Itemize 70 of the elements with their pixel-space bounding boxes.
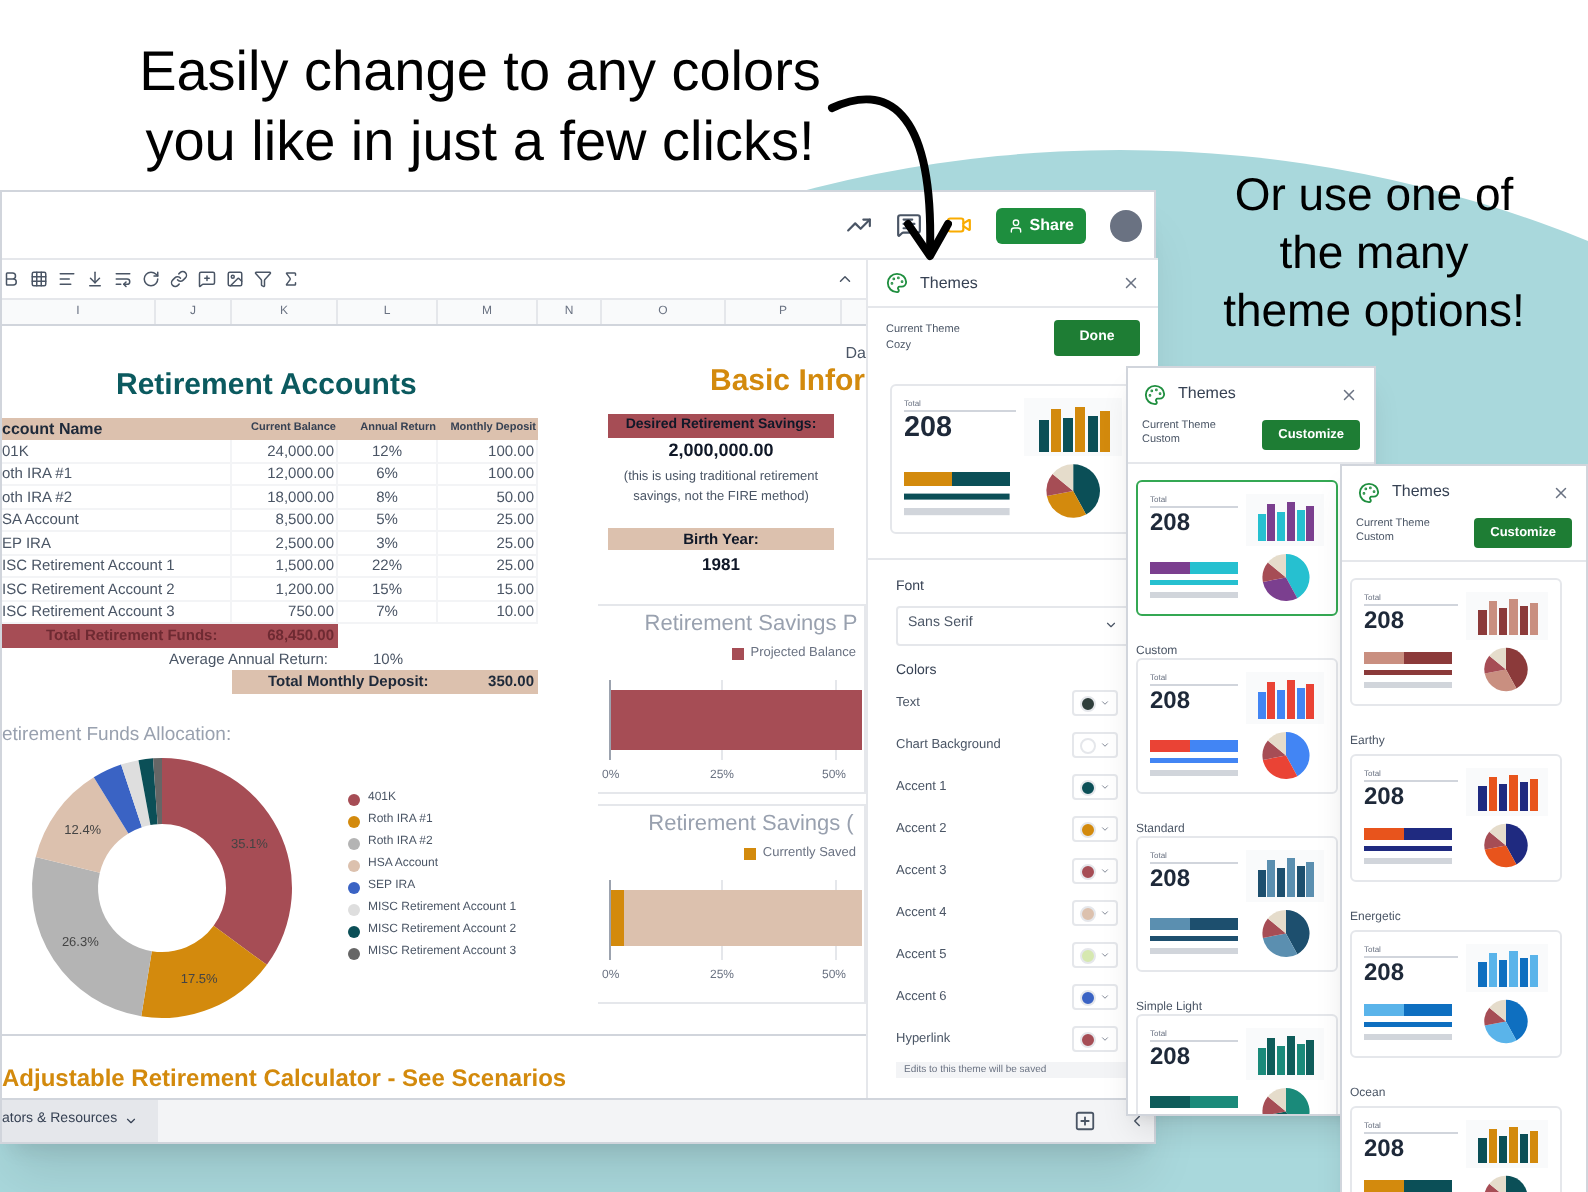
total-value: 208 <box>1150 1044 1193 1068</box>
caret-icon <box>1100 908 1110 918</box>
column-heading: ccount Name <box>2 418 232 440</box>
section-title: Basic Infor <box>710 364 866 400</box>
add-square-icon[interactable] <box>1074 1110 1096 1132</box>
color-picker[interactable] <box>1072 1026 1118 1052</box>
date-label: Da <box>845 344 866 364</box>
legend-swatch-icon <box>732 647 745 660</box>
color-picker[interactable] <box>1072 774 1118 800</box>
caret-icon <box>1100 1034 1110 1044</box>
panel-title: Themes <box>1392 480 1450 504</box>
total-value: 208 <box>1364 960 1407 984</box>
caret-icon <box>123 1114 138 1128</box>
headline-text: Easily change to any colors you like in just a few clicks! <box>137 38 823 176</box>
caret-icon <box>1100 824 1110 834</box>
color-picker[interactable] <box>1072 816 1118 842</box>
vertical-align-icon[interactable] <box>86 270 104 288</box>
bold-icon[interactable] <box>2 270 20 288</box>
panel-title: Themes <box>1178 382 1236 406</box>
caret-icon <box>1100 866 1110 876</box>
wrap-text-icon[interactable] <box>114 270 132 288</box>
total-value: 208 <box>1150 510 1193 534</box>
chart-title: etirement Funds Allocation: <box>2 725 234 745</box>
share-button[interactable]: Share <box>995 207 1086 243</box>
chart-title: Retirement Savings P <box>642 610 858 638</box>
comment-icon[interactable] <box>895 212 922 238</box>
video-call-icon[interactable] <box>945 212 972 238</box>
palette-icon <box>1358 481 1380 503</box>
color-picker[interactable] <box>1072 732 1118 758</box>
color-picker[interactable] <box>1072 858 1118 884</box>
align-left-icon[interactable] <box>58 270 76 288</box>
caret-icon <box>1104 618 1118 632</box>
caret-icon <box>1100 992 1110 1002</box>
total-value: 208 <box>1364 1136 1407 1160</box>
desired-savings-value: 2,000,000.00 <box>666 440 776 462</box>
birth-year-value: 1981 <box>700 552 742 576</box>
total-value: 208 <box>904 414 955 443</box>
section-title: Retirement Accounts <box>116 368 419 404</box>
filter-icon[interactable] <box>254 270 272 288</box>
color-picker[interactable] <box>1072 690 1118 716</box>
palette-icon <box>1144 383 1166 405</box>
caret-icon <box>1100 740 1110 750</box>
caret-icon <box>1100 698 1110 708</box>
color-picker[interactable] <box>1072 984 1118 1010</box>
link-icon[interactable] <box>170 270 188 288</box>
rotate-icon[interactable] <box>142 270 160 288</box>
caret-icon <box>1100 950 1110 960</box>
collapse-icon[interactable] <box>836 270 854 288</box>
image-icon[interactable] <box>226 270 244 288</box>
palette-icon <box>886 272 908 294</box>
caret-icon <box>1100 782 1110 792</box>
merge-cells-icon[interactable] <box>30 270 48 288</box>
calculator-heading: Adjustable Retirement Calculator - See Scenarios <box>2 1062 569 1096</box>
legend-swatch-icon <box>744 847 757 860</box>
comment-add-icon[interactable] <box>198 270 216 288</box>
total-value: 208 <box>1150 866 1193 890</box>
chart-title: Retirement Savings ( <box>646 810 854 838</box>
color-picker[interactable] <box>1072 942 1118 968</box>
total-value: 208 <box>1150 688 1193 712</box>
total-value: 208 <box>1364 608 1407 632</box>
close-icon[interactable] <box>1552 483 1570 501</box>
person-icon <box>1007 217 1024 233</box>
close-icon[interactable] <box>1122 274 1140 292</box>
panel-title: Themes <box>920 271 978 295</box>
total-value: 208 <box>1364 784 1407 808</box>
color-picker[interactable] <box>1072 900 1118 926</box>
chevron-left-icon[interactable] <box>1128 1112 1146 1130</box>
sigma-icon[interactable] <box>282 270 300 288</box>
close-icon[interactable] <box>1340 385 1358 403</box>
side-note-text: Or use one of the many theme options! <box>1221 166 1527 340</box>
